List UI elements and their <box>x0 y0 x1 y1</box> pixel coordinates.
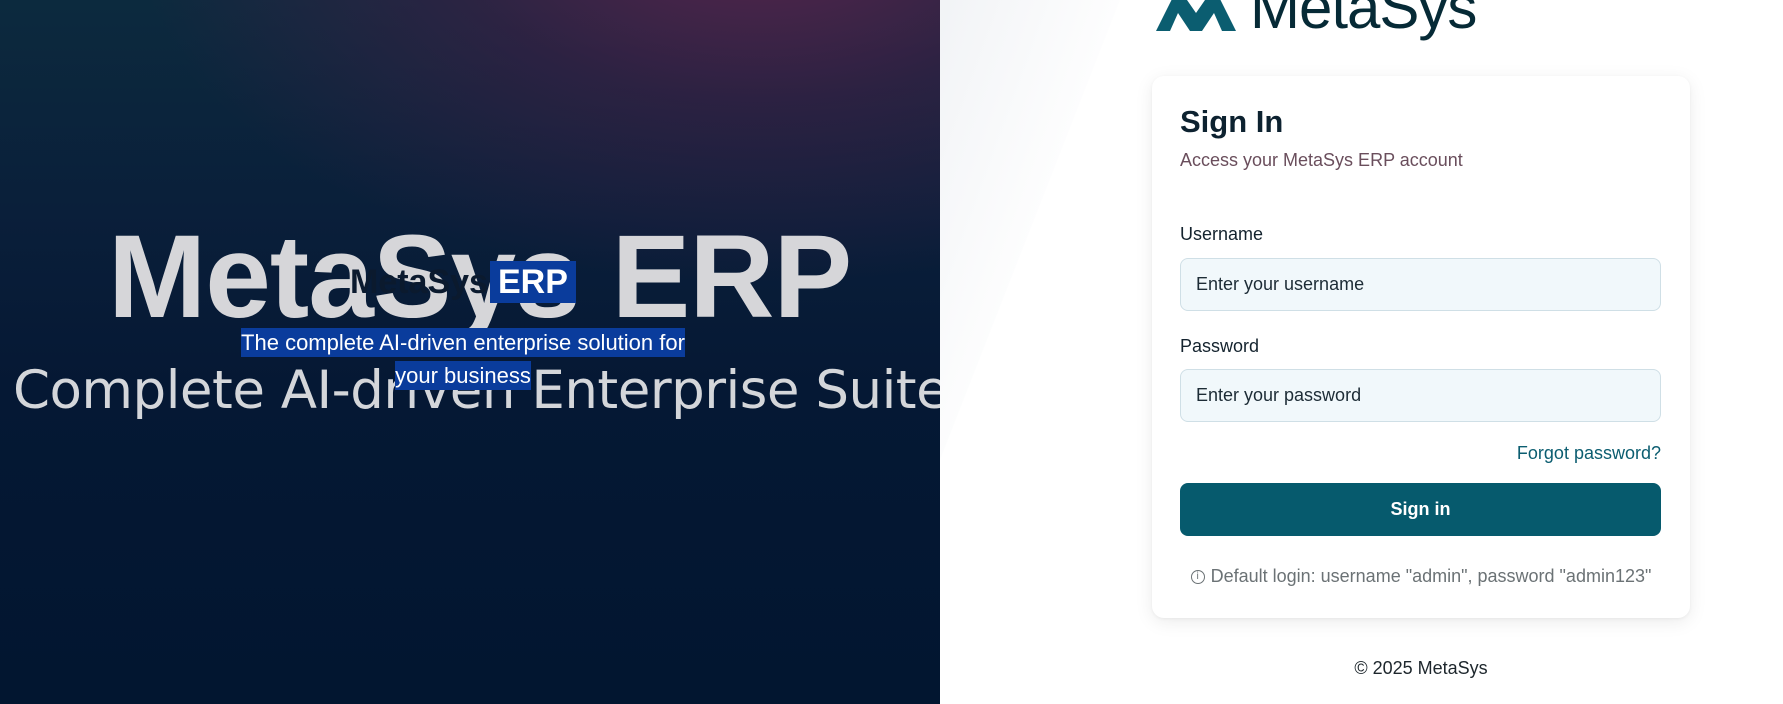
login-page: MetaSys ERP Complete AI-driven Enterpris… <box>0 0 1783 704</box>
signin-card: Sign In Access your MetaSys ERP account … <box>1152 76 1690 618</box>
metasys-logo-mark-icon <box>1156 0 1236 31</box>
password-label: Password <box>1180 336 1260 356</box>
card-subtitle: Access your MetaSys ERP account <box>1180 150 1463 170</box>
overlay-brand: MetaSys ERP <box>350 261 576 303</box>
hint-text: Default login: username "admin", passwor… <box>1210 566 1652 586</box>
overlay-brand-name: MetaSys <box>350 263 488 301</box>
info-icon: i <box>1190 569 1205 584</box>
signin-button[interactable]: Sign in <box>1180 483 1661 536</box>
forgot-password-link[interactable]: Forgot password? <box>1517 443 1661 464</box>
card-title: Sign In <box>1180 104 1284 139</box>
brand-logo: MetaSys <box>1152 0 1477 41</box>
username-input[interactable] <box>1180 258 1661 311</box>
username-label: Username <box>1180 224 1264 244</box>
overlay-tagline-text: The complete AI-driven enterprise soluti… <box>241 328 685 390</box>
default-login-hint: i Default login: username "admin", passw… <box>1152 566 1690 587</box>
overlay-brand-tag: ERP <box>489 261 576 303</box>
hero-panel: MetaSys ERP Complete AI-driven Enterpris… <box>0 0 940 704</box>
password-input[interactable] <box>1180 369 1661 422</box>
overlay-tagline: The complete AI-driven enterprise soluti… <box>223 326 703 392</box>
logo-text: MetaSys <box>1250 0 1477 41</box>
footer-copyright: © 2025 MetaSys <box>1354 658 1488 678</box>
